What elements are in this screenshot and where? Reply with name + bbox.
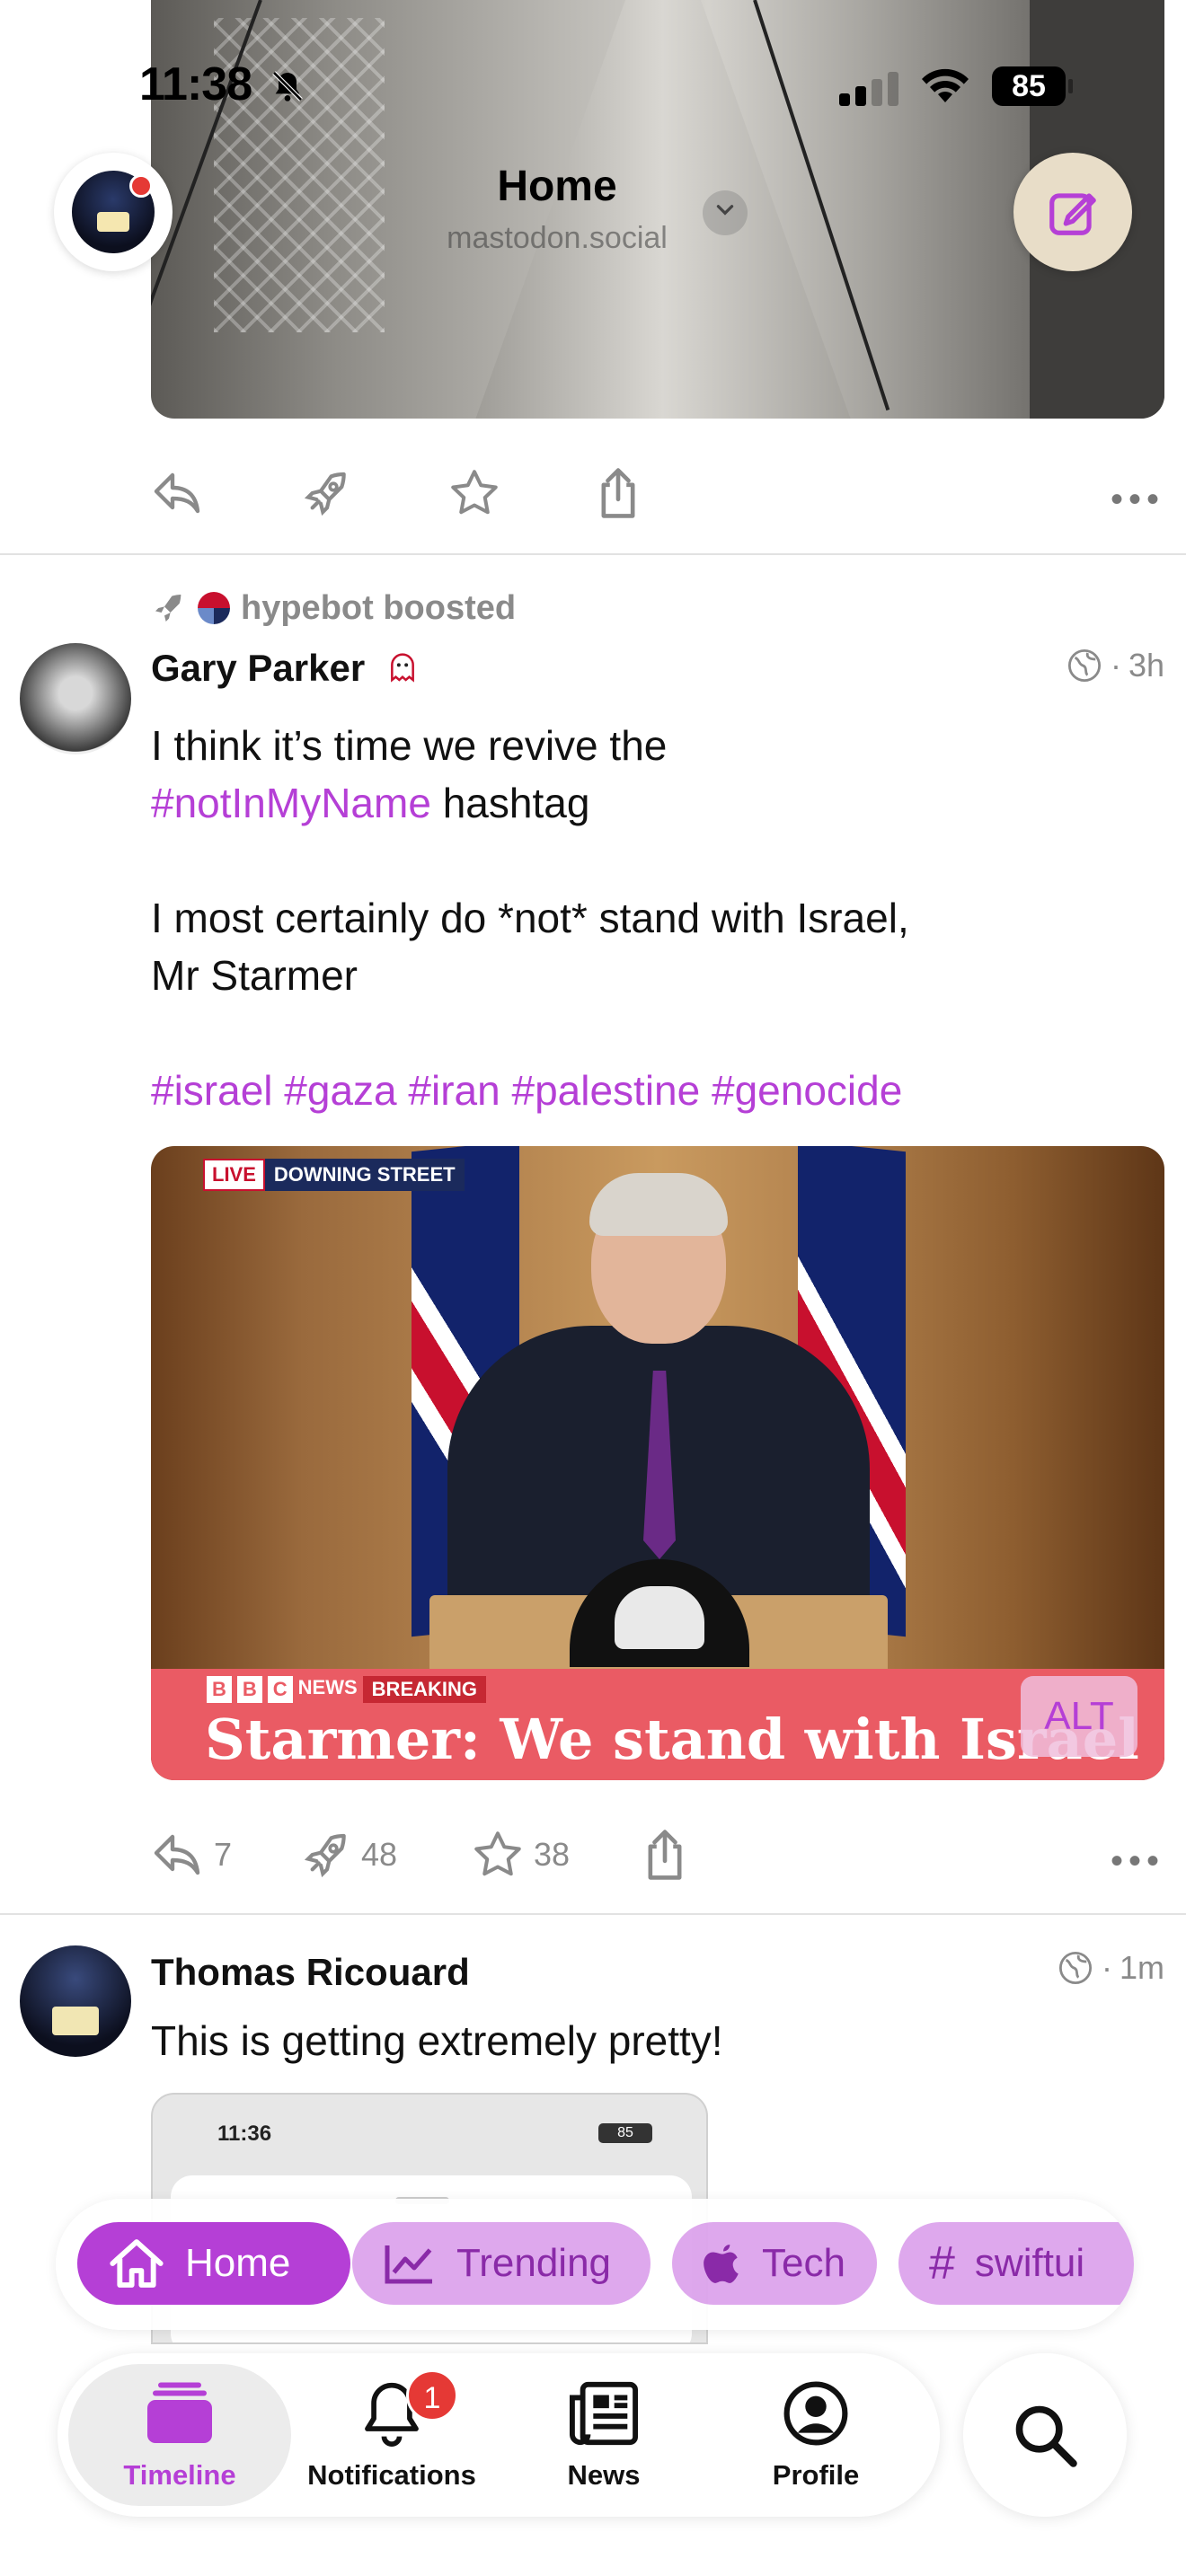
chip-tech[interactable]: Tech xyxy=(672,2222,877,2305)
timeline-icon xyxy=(135,2375,225,2452)
share-button[interactable] xyxy=(642,1823,688,1886)
post-time: 1m xyxy=(1119,1949,1164,1986)
divider xyxy=(0,1913,1186,1915)
post-media-image[interactable]: LIVE DOWNING STREET BBC NEWS BREAKING Sta… xyxy=(151,1146,1164,1780)
share-icon xyxy=(648,1830,682,1880)
globe-icon xyxy=(1067,648,1101,683)
post-content: I think it’s time we revive the #notInMy… xyxy=(151,717,1139,1119)
hashtag-icon: # xyxy=(929,2237,955,2289)
chip-home[interactable]: Home xyxy=(77,2222,350,2305)
post-time: 3h xyxy=(1128,647,1164,684)
favorite-button[interactable] xyxy=(447,462,501,525)
news-banner: BBC NEWS BREAKING Starmer: We stand with… xyxy=(151,1669,1164,1780)
avatar[interactable] xyxy=(20,643,131,754)
hashtag-link[interactable]: #palestine xyxy=(512,1067,701,1114)
wifi-icon xyxy=(918,63,972,108)
hashtag-link[interactable]: #israel xyxy=(151,1067,273,1114)
rocket-icon xyxy=(304,472,346,516)
previous-post-actions: ••• xyxy=(151,462,1164,525)
chip-trending[interactable]: Trending xyxy=(352,2222,651,2305)
more-icon[interactable]: ••• xyxy=(1111,480,1164,520)
search-icon xyxy=(1015,2405,1077,2467)
more-icon[interactable]: ••• xyxy=(1111,1841,1164,1882)
house-icon xyxy=(110,2239,164,2288)
tab-profile[interactable]: Profile xyxy=(717,2375,915,2501)
chip-swiftui[interactable]: # swiftui xyxy=(898,2222,1134,2305)
boost-indicator[interactable]: hypebot boosted xyxy=(151,586,516,631)
reply-icon xyxy=(154,1834,200,1875)
status-time: 11:38 xyxy=(139,58,252,110)
live-tag: LIVE DOWNING STREET xyxy=(203,1159,465,1191)
search-button[interactable] xyxy=(963,2353,1127,2517)
tab-bar: Timeline 1 Notifications News Profile xyxy=(58,2353,940,2517)
share-icon xyxy=(601,468,635,518)
favorite-count: 38 xyxy=(534,1836,571,1873)
author-name-text: Gary Parker xyxy=(151,647,366,689)
rocket-icon xyxy=(304,1833,346,1878)
reply-count: 7 xyxy=(214,1836,233,1873)
post-text-line: Mr Starmer xyxy=(151,952,358,999)
boosted-by-label: hypebot boosted xyxy=(241,588,517,627)
hashtag-link[interactable]: #genocide xyxy=(712,1067,902,1114)
reply-icon xyxy=(154,472,200,514)
hashtag-link[interactable]: #iran xyxy=(408,1067,500,1114)
compose-icon xyxy=(1049,193,1096,235)
post-actions: 7 48 38 ••• xyxy=(151,1823,1164,1886)
star-icon xyxy=(474,1831,521,1876)
person-circle-icon xyxy=(771,2375,861,2452)
share-button[interactable] xyxy=(595,462,642,525)
tab-notifications[interactable]: 1 Notifications xyxy=(293,2369,491,2501)
status-bar: 11:38 85 xyxy=(0,0,1186,171)
reply-button[interactable]: 7 xyxy=(151,1823,232,1886)
unread-dot xyxy=(129,174,153,198)
post-meta: · 1m xyxy=(1057,1949,1164,1987)
cellular-signal-icon xyxy=(839,70,898,106)
ghost-emoji-icon xyxy=(385,648,420,693)
star-icon xyxy=(451,470,498,515)
tab-news[interactable]: News xyxy=(505,2375,703,2501)
compose-button[interactable] xyxy=(1013,153,1132,271)
instance-name[interactable]: mastodon.social xyxy=(377,221,737,256)
divider xyxy=(0,553,1186,555)
booster-avatar xyxy=(198,592,230,624)
post-text-line: I most certainly do *not* stand with Isr… xyxy=(151,895,909,941)
bell-slash-icon xyxy=(270,68,305,113)
boost-button[interactable]: 48 xyxy=(302,1823,397,1886)
tab-timeline[interactable]: Timeline xyxy=(81,2375,279,2501)
author-name[interactable]: Gary Parker xyxy=(151,647,420,693)
chevron-down-icon[interactable] xyxy=(703,190,748,235)
notification-badge: 1 xyxy=(406,2369,458,2422)
hashtag-link[interactable]: #gaza xyxy=(284,1067,396,1114)
favorite-button[interactable]: 38 xyxy=(471,1823,570,1886)
boost-count: 48 xyxy=(361,1836,398,1873)
globe-icon xyxy=(1058,1951,1093,1985)
author-name[interactable]: Thomas Ricouard xyxy=(151,1951,470,1994)
timeline-selector: Home Trending Tech # swiftui xyxy=(56,2199,1134,2330)
account-avatar-button[interactable] xyxy=(54,153,173,271)
newspaper-icon xyxy=(559,2375,649,2452)
post-meta: · 3h xyxy=(1066,647,1164,684)
apple-icon xyxy=(704,2245,739,2283)
hashtag-row: #israel #gaza #iran #palestine #genocide xyxy=(151,1062,1139,1119)
post-content: This is getting extremely pretty! xyxy=(151,2017,723,2064)
reply-button[interactable] xyxy=(151,462,205,525)
boost-button[interactable] xyxy=(302,462,352,525)
alt-text-button[interactable]: ALT xyxy=(1021,1676,1137,1757)
rocket-icon xyxy=(155,595,181,622)
post-text-line: I think it’s time we revive the xyxy=(151,722,668,769)
avatar[interactable] xyxy=(20,1945,131,2057)
news-headline: Starmer: We stand with Israel xyxy=(205,1707,1139,1772)
post-text-line: #notInMyName hashtag xyxy=(151,780,590,826)
page-title[interactable]: Home xyxy=(377,162,737,211)
chart-icon xyxy=(385,2245,432,2284)
hashtag-link[interactable]: #notInMyName xyxy=(151,780,431,826)
battery-indicator: 85 xyxy=(992,66,1073,106)
